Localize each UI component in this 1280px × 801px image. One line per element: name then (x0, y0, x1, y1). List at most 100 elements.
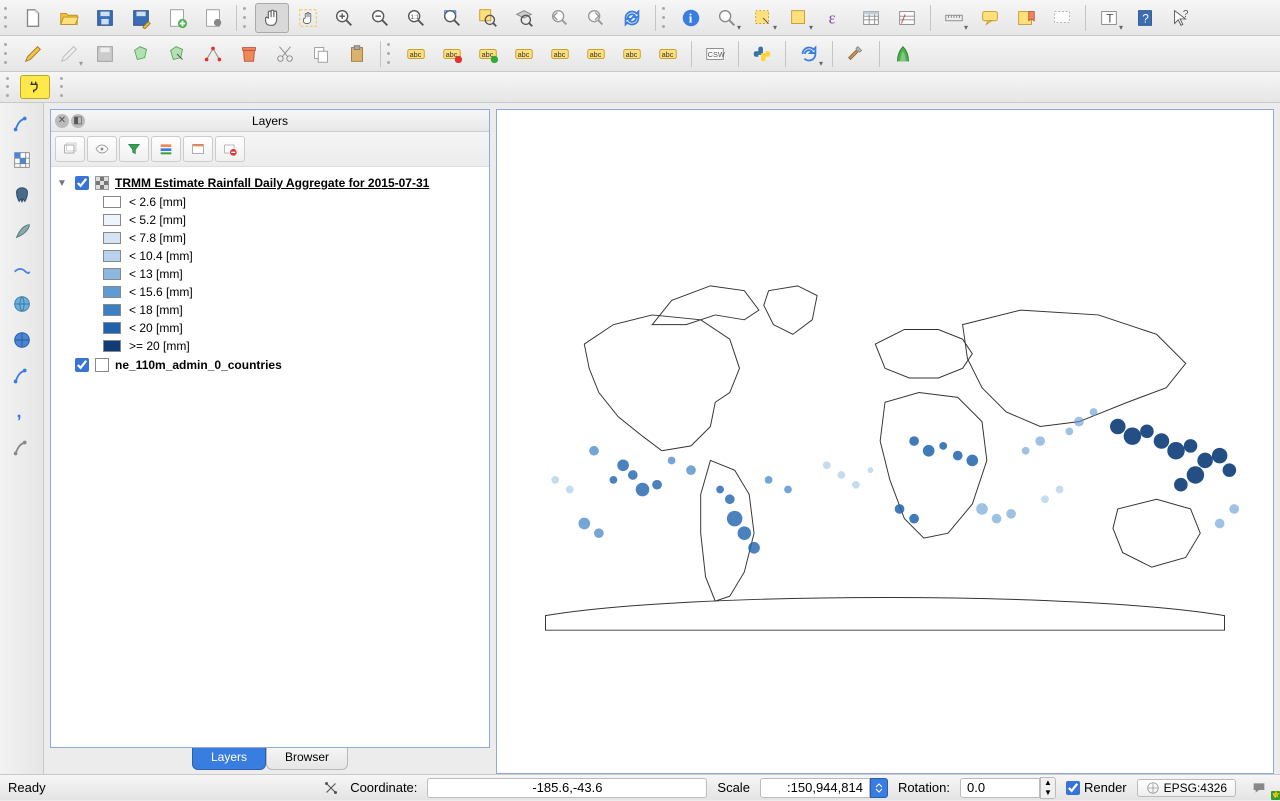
crs-button[interactable]: EPSG:4326 (1137, 779, 1236, 797)
render-toggle[interactable]: Render (1066, 780, 1127, 795)
toggle-extents-icon[interactable] (322, 779, 340, 797)
label-pin-button[interactable]: abc (435, 39, 469, 69)
pan-to-selection-button[interactable] (291, 3, 325, 33)
new-shapefile-button[interactable]: ★ (5, 433, 39, 463)
bookmark-button[interactable] (1009, 3, 1043, 33)
zoom-last-button[interactable] (543, 3, 577, 33)
toolbar-handle[interactable] (387, 41, 393, 67)
expand-arrow-icon[interactable]: ▼ (57, 178, 69, 189)
plugin-button[interactable] (20, 75, 50, 99)
move-feature-button[interactable] (160, 39, 194, 69)
scale-input[interactable] (760, 778, 870, 798)
help-button[interactable]: ? (1128, 3, 1162, 33)
maptips-button[interactable] (973, 3, 1007, 33)
python-button[interactable] (745, 39, 779, 69)
add-group-button[interactable] (55, 136, 85, 162)
select-expression-button[interactable]: ▾ (782, 3, 816, 33)
zoom-out-button[interactable] (363, 3, 397, 33)
add-spatialite-button[interactable]: + (5, 217, 39, 247)
add-delimited-button[interactable]: + (5, 361, 39, 391)
label-move-button[interactable]: abc (507, 39, 541, 69)
label-unpin-button[interactable]: abc (471, 39, 505, 69)
layers-panel-header[interactable]: ✕ ◧ Layers (51, 110, 489, 132)
label-show-button[interactable]: abc (579, 39, 613, 69)
zoom-layer-button[interactable] (507, 3, 541, 33)
build-button[interactable] (839, 39, 873, 69)
select-button[interactable]: ▾ (746, 3, 780, 33)
toolbar-handle[interactable] (6, 74, 12, 100)
pan-button[interactable] (255, 3, 289, 33)
open-project-button[interactable] (52, 3, 86, 33)
attribute-table-button[interactable] (854, 3, 888, 33)
text-annotation-button[interactable]: T▾ (1092, 3, 1126, 33)
zoom-native-button[interactable]: 1:1 (399, 3, 433, 33)
toolbar-handle[interactable] (60, 74, 66, 100)
close-panel-icon[interactable]: ✕ (55, 114, 69, 128)
layer-visibility-checkbox[interactable] (75, 358, 89, 372)
zoom-full-button[interactable] (435, 3, 469, 33)
render-checkbox[interactable] (1066, 781, 1080, 795)
layer-row-raster[interactable]: ▼ TRMM Estimate Rainfall Daily Aggregate… (57, 173, 483, 193)
add-mssql-button[interactable]: + (5, 253, 39, 283)
annotation-button[interactable] (1045, 3, 1079, 33)
grass-button[interactable] (886, 39, 920, 69)
add-wfs-button[interactable]: + (5, 325, 39, 355)
layer-tree[interactable]: ▼ TRMM Estimate Rainfall Daily Aggregate… (51, 167, 489, 747)
save-project-as-button[interactable] (124, 3, 158, 33)
add-wms-button[interactable]: + (5, 289, 39, 319)
zoom-selection-button[interactable] (471, 3, 505, 33)
layer-visibility-checkbox[interactable] (75, 176, 89, 190)
current-edits-button[interactable]: ▾ (52, 39, 86, 69)
save-edits-button[interactable] (88, 39, 122, 69)
zoom-next-button[interactable] (579, 3, 613, 33)
new-project-button[interactable] (16, 3, 50, 33)
scale-dropdown-button[interactable] (870, 778, 888, 798)
statistics-button[interactable]: ▾ (937, 3, 971, 33)
add-vector-button[interactable]: + (5, 109, 39, 139)
field-calc-button[interactable] (890, 3, 924, 33)
rotation-input[interactable] (960, 778, 1040, 798)
layer-row-vector[interactable]: ne_110m_admin_0_countries (75, 355, 483, 375)
composer-manager-button[interactable] (196, 3, 230, 33)
plugin-reload-button[interactable]: ▾ (792, 39, 826, 69)
paste-button[interactable] (340, 39, 374, 69)
toggle-editing-button[interactable] (16, 39, 50, 69)
expand-button[interactable] (151, 136, 181, 162)
toolbar-handle[interactable] (4, 41, 10, 67)
add-feature-button[interactable] (124, 39, 158, 69)
measure-button[interactable]: ▾ (710, 3, 744, 33)
collapse-button[interactable] (183, 136, 213, 162)
tab-browser[interactable]: Browser (266, 748, 348, 770)
map-canvas[interactable] (497, 110, 1273, 773)
toolbar-handle[interactable] (662, 5, 668, 31)
messages-button[interactable] (1246, 778, 1272, 798)
label-rotate-button[interactable]: abc (543, 39, 577, 69)
whats-this-button[interactable]: ? (1164, 3, 1198, 33)
delete-button[interactable] (232, 39, 266, 69)
label-change-button[interactable]: abc (651, 39, 685, 69)
coordinate-input[interactable] (427, 778, 707, 798)
add-postgis-button[interactable]: + (5, 181, 39, 211)
identify-button[interactable]: i (674, 3, 708, 33)
toolbar-handle[interactable] (4, 5, 10, 31)
new-composer-button[interactable] (160, 3, 194, 33)
filter-button[interactable] (119, 136, 149, 162)
save-project-button[interactable] (88, 3, 122, 33)
rotation-spinner[interactable]: ▲▼ (1040, 777, 1056, 799)
node-tool-button[interactable] (196, 39, 230, 69)
zoom-in-button[interactable] (327, 3, 361, 33)
undock-panel-icon[interactable]: ◧ (71, 114, 85, 128)
remove-button[interactable] (215, 136, 245, 162)
add-virtual-button[interactable]: ,+ (5, 397, 39, 427)
add-raster-button[interactable]: + (5, 145, 39, 175)
label-abc-button[interactable]: abc (399, 39, 433, 69)
cut-button[interactable] (268, 39, 302, 69)
visibility-button[interactable] (87, 136, 117, 162)
refresh-button[interactable] (615, 3, 649, 33)
copy-button[interactable] (304, 39, 338, 69)
tab-layers[interactable]: Layers (192, 748, 266, 770)
csw-button[interactable]: CSW (698, 39, 732, 69)
label-hide-button[interactable]: abc (615, 39, 649, 69)
expression-button[interactable]: ε (818, 3, 852, 33)
toolbar-handle[interactable] (243, 5, 249, 31)
